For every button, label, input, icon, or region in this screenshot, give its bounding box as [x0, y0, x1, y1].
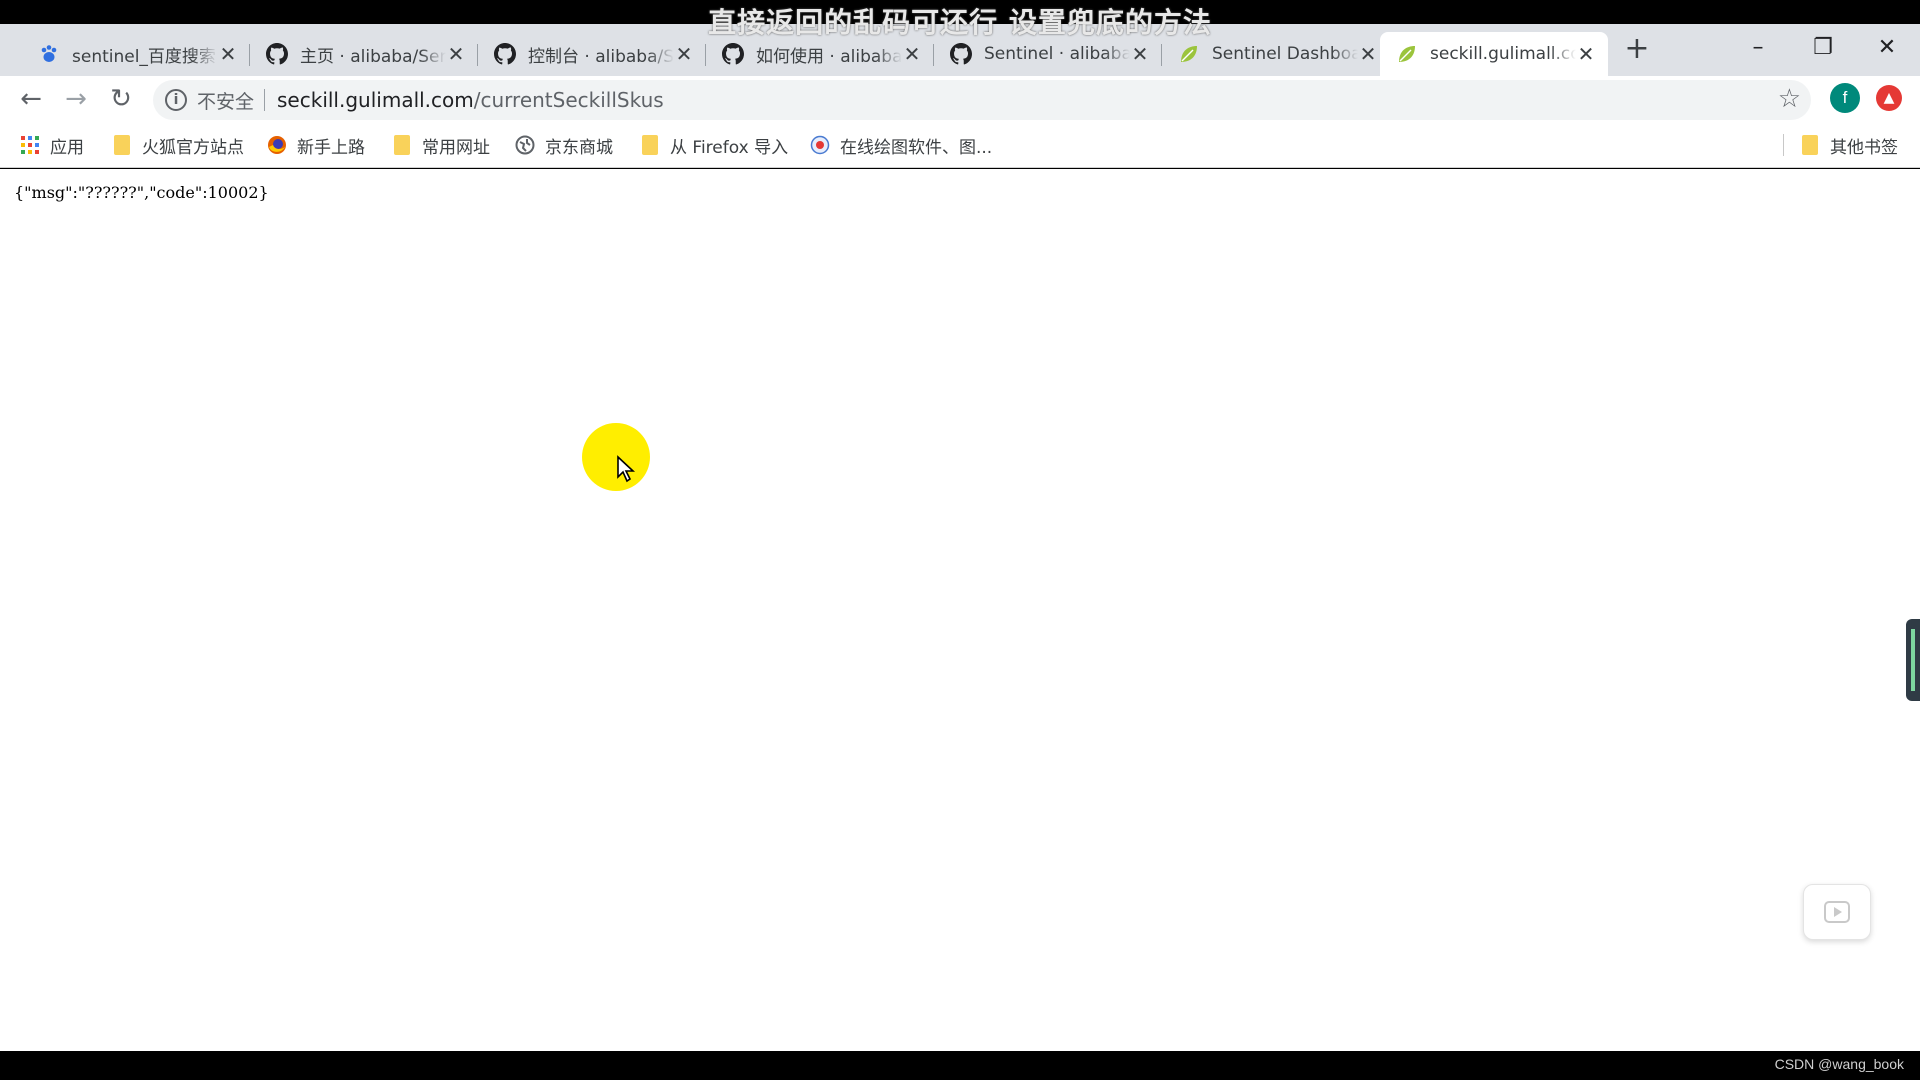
bookmark-star-icon[interactable]: ☆ — [1778, 84, 1801, 114]
mouse-pointer-icon — [616, 455, 636, 487]
profile-avatar[interactable]: f — [1830, 83, 1860, 113]
apps-grid-icon — [20, 135, 40, 155]
bookmark-label: 京东商城 — [545, 137, 613, 158]
video-bottom-band: CSDN @wang_book — [0, 1051, 1920, 1080]
json-response-text: {"msg":"??????","code":10002} — [14, 183, 269, 202]
folder-icon — [640, 135, 660, 155]
bookmark-label: 火狐官方站点 — [142, 137, 244, 158]
tab-title: seckill.gulimall.com — [1430, 44, 1576, 64]
spring-leaf-icon — [1178, 43, 1200, 65]
bookmarks-bar: 应用 火狐官方站点 新手上路 常用网址 京东商城 从 Firefox 导入 在线… — [0, 122, 1920, 168]
close-icon[interactable]: ✕ — [1130, 42, 1150, 66]
bookmark-jd[interactable]: 京东商城 — [515, 132, 613, 158]
bookmark-label: 新手上路 — [297, 137, 365, 158]
tab-title: Sentinel · alibaba/Sentinel — [984, 44, 1130, 64]
drawing-app-icon — [810, 135, 830, 155]
bookmark-label: 应用 — [50, 137, 84, 158]
close-icon[interactable]: ✕ — [1358, 42, 1378, 66]
bookmark-common-sites[interactable]: 常用网址 — [392, 132, 490, 158]
folder-icon — [1800, 135, 1820, 155]
globe-icon — [515, 135, 535, 155]
tab-title: sentinel_百度搜索 — [72, 46, 216, 67]
baidu-paw-icon — [38, 43, 60, 65]
info-icon[interactable]: i — [165, 89, 187, 111]
tab-title: Sentinel Dashboard — [1212, 44, 1358, 64]
github-icon — [266, 43, 288, 65]
bookmark-apps[interactable]: 应用 — [20, 132, 84, 158]
bookmark-label: 常用网址 — [422, 137, 490, 158]
bookmark-firefox-site[interactable]: 火狐官方站点 — [112, 132, 244, 158]
close-icon[interactable]: ✕ — [674, 42, 694, 66]
folder-icon — [112, 135, 132, 155]
bookmark-getting-started[interactable]: 新手上路 — [267, 132, 365, 158]
forward-arrow-icon[interactable]: → — [61, 84, 91, 114]
video-frame: 直接返回的乱码可还行 设置兜底的方法 sentinel_百度搜索 ✕ 主页 · … — [0, 0, 1920, 1080]
github-icon — [950, 43, 972, 65]
close-icon[interactable]: ✕ — [218, 42, 238, 66]
tab-title: 主页 · alibaba/Sentinel — [300, 46, 446, 67]
extension-icon[interactable]: ▲ — [1876, 85, 1902, 111]
omnibox-divider — [264, 89, 266, 111]
play-icon — [1824, 901, 1850, 923]
close-icon[interactable]: ✕ — [1576, 42, 1596, 66]
firefox-icon — [267, 135, 287, 155]
browser-toolbar: ← → ↻ i 不安全 seckill.gulimall.com /curren… — [0, 76, 1920, 122]
address-bar[interactable]: i 不安全 seckill.gulimall.com /currentSecki… — [153, 80, 1811, 120]
watermark: CSDN @wang_book — [1774, 1056, 1904, 1072]
bookmark-drawing[interactable]: 在线绘图软件、图... — [810, 132, 992, 158]
security-label[interactable]: 不安全 — [197, 87, 254, 114]
bookmark-firefox-import[interactable]: 从 Firefox 导入 — [640, 132, 788, 158]
bookmark-label: 在线绘图软件、图... — [840, 137, 993, 158]
video-subtitle: 直接返回的乱码可还行 设置兜底的方法 — [708, 6, 1212, 39]
reload-icon[interactable]: ↻ — [106, 84, 136, 114]
url-path: /currentSeckillSkus — [473, 88, 664, 112]
github-icon — [494, 43, 516, 65]
github-icon — [722, 43, 744, 65]
page-content: {"msg":"??????","code":10002} — [0, 169, 1920, 1051]
bookmark-label: 从 Firefox 导入 — [670, 137, 789, 158]
tab-title: 控制台 · alibaba/Sentinel — [528, 46, 674, 67]
play-button[interactable] — [1803, 884, 1871, 940]
spring-leaf-icon — [1396, 43, 1418, 65]
bookmark-other[interactable]: 其他书签 — [1800, 132, 1898, 158]
side-volume-widget[interactable] — [1906, 619, 1920, 701]
url-host: seckill.gulimall.com — [277, 88, 474, 112]
back-arrow-icon[interactable]: ← — [16, 84, 46, 114]
folder-icon — [392, 135, 412, 155]
close-icon[interactable]: ✕ — [446, 42, 466, 66]
tab-title: 如何使用 · alibaba/Sentinel — [756, 46, 902, 67]
close-icon[interactable]: ✕ — [902, 42, 922, 66]
bookmarks-divider — [1783, 134, 1784, 156]
bookmark-label: 其他书签 — [1830, 137, 1898, 158]
